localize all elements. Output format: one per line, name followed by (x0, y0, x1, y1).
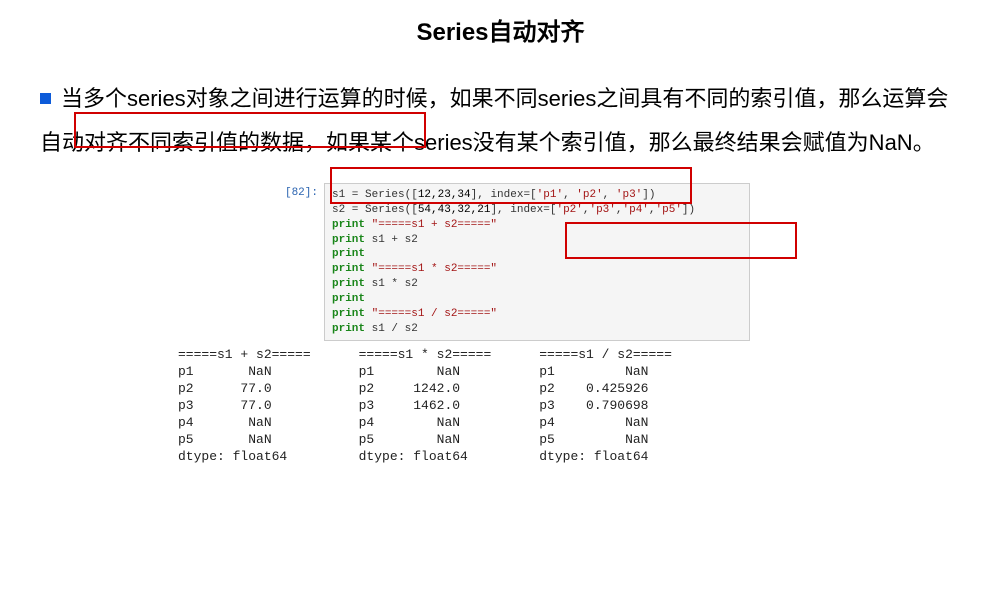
paragraph-text: 当多个series对象之间进行运算的时候，如果不同series之间具有不同的索引… (40, 86, 948, 155)
print-keyword: print (332, 263, 365, 275)
print-keyword: print (332, 234, 365, 246)
print-keyword: print (332, 323, 365, 335)
code-text: 'p3' (616, 189, 642, 201)
code-text: ]) (682, 204, 695, 216)
code-text: , (649, 204, 656, 216)
output-col-1: =====s1 + s2===== p1 NaN p2 77.0 p3 77.0… (178, 347, 311, 465)
code-text: 'p2' (556, 204, 582, 216)
code-text: 54,43,32,21 (418, 204, 491, 216)
output-col-2: =====s1 * s2===== p1 NaN p2 1242.0 p3 14… (359, 347, 492, 465)
code-text: s1 + s2 (365, 234, 418, 246)
code-text: "=====s1 / s2=====" (365, 308, 497, 320)
print-keyword: print (332, 219, 365, 231)
code-text: ]) (642, 189, 655, 201)
code-text: , (603, 189, 616, 201)
code-text: "=====s1 * s2=====" (365, 263, 497, 275)
output-area: =====s1 + s2===== p1 NaN p2 77.0 p3 77.0… (178, 347, 1001, 465)
code-text: 'p4' (623, 204, 649, 216)
code-text: s1 / s2 (365, 323, 418, 335)
bullet-icon (40, 93, 51, 104)
code-text: ], index=[ (471, 189, 537, 201)
main-paragraph: 当多个series对象之间进行运算的时候，如果不同series之间具有不同的索引… (40, 77, 961, 165)
code-text: 12,23,34 (418, 189, 471, 201)
code-text: 'p5' (656, 204, 682, 216)
code-block: s1 = Series([12,23,34], index=['p1', 'p2… (324, 183, 750, 341)
code-text: 'p3' (589, 204, 615, 216)
code-text: s1 * s2 (365, 278, 418, 290)
page-title: Series自动对齐 (0, 12, 1001, 47)
output-col-3: =====s1 / s2===== p1 NaN p2 0.425926 p3 … (539, 347, 672, 465)
code-text: s1 = Series([ (332, 189, 418, 201)
print-keyword: print (332, 293, 365, 305)
code-text: , (616, 204, 623, 216)
code-text: 'p2' (576, 189, 602, 201)
code-cell: [82]: s1 = Series([12,23,34], index=['p1… (280, 183, 750, 341)
code-text: , (563, 189, 576, 201)
print-keyword: print (332, 278, 365, 290)
code-text: s2 = Series([ (332, 204, 418, 216)
code-text: "=====s1 + s2=====" (365, 219, 497, 231)
cell-prompt: [82]: (280, 183, 318, 341)
print-keyword: print (332, 248, 365, 260)
code-text: ], index=[ (490, 204, 556, 216)
code-text: 'p1' (537, 189, 563, 201)
print-keyword: print (332, 308, 365, 320)
